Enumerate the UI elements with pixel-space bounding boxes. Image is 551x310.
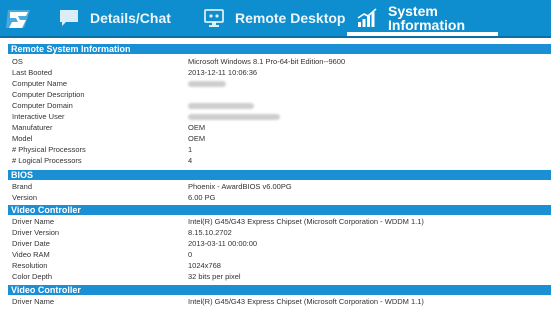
info-row: OS Microsoft Windows 8.1 Pro-64-bit Edit… [12,56,542,67]
row-value: 8.15.10.2702 [188,228,232,237]
info-row: Driver Name Intel(R) G45/G43 Express Chi… [12,216,542,227]
top-tab-bar: Details/Chat Remote Desktop System Infor… [0,0,551,38]
info-row: # Logical Processors 4 [12,155,542,166]
row-value: 4 [188,156,193,165]
info-row: Driver Version 8.15.10.2702 [12,227,542,238]
row-key: Driver Date [12,239,50,248]
info-row: Video RAM 0 [12,249,542,260]
row-key: Version [12,193,38,202]
info-row: Computer Name [12,78,542,89]
redacted-value [188,81,226,87]
tab-remote-desktop[interactable]: Remote Desktop [203,0,345,36]
row-key: Resolution [12,261,48,270]
tab-label-line2: Information [388,17,465,33]
row-key: # Physical Processors [12,145,86,154]
row-key: Last Booted [12,68,53,77]
chat-bubble-icon [60,10,78,26]
row-key: Driver Name [12,217,55,226]
info-row: Version 6.00 PG [12,192,542,203]
row-key: Brand [12,182,33,191]
section-header-video-controller: Video Controller [8,285,551,296]
info-row: Last Booted 2013-12-11 10:06:36 [12,67,542,78]
info-row: Driver Date 2013-03-11 00:00:00 [12,238,542,249]
info-row: Computer Domain [12,100,542,111]
row-value: 1 [188,145,193,154]
info-row: Driver Name Intel(R) G45/G43 Express Chi… [12,296,542,307]
remote-desktop-icon [204,9,224,27]
row-value: Intel(R) G45/G43 Express Chipset (Micros… [188,297,424,306]
row-key: Video RAM [12,250,50,259]
info-row: Brand Phoenix - AwardBIOS v6.00PG [12,181,542,192]
info-row: Model OEM [12,133,542,144]
row-key: # Logical Processors [12,156,82,165]
section-header-bios: BIOS [8,170,551,181]
row-value: OEM [188,134,206,143]
row-value: Intel(R) G45/G43 Express Chipset (Micros… [188,217,424,226]
row-key: Driver Version [12,228,60,237]
row-key: OS [12,57,23,66]
tab-label: Details/Chat [90,10,171,26]
row-key: Computer Domain [12,101,73,110]
info-row: Interactive User [12,111,542,122]
row-key: Model [12,134,33,143]
tab-system-information[interactable]: System Information [356,0,465,36]
tab-label: Remote Desktop [235,10,346,26]
row-key: Computer Name [12,79,68,88]
info-row: Computer Description [12,89,542,100]
row-value: OEM [188,123,206,132]
row-value: 32 bits per pixel [188,272,241,281]
info-row: # Physical Processors 1 [12,144,542,155]
info-row: Resolution 1024x768 [12,260,542,271]
row-key: Color Depth [12,272,53,281]
row-value: 0 [188,250,193,259]
row-value: 2013-03-11 00:00:00 [188,239,258,248]
row-value: 1024x768 [188,261,221,270]
section-header-video-controller: Video Controller [8,205,551,216]
info-row: Color Depth 32 bits per pixel [12,271,542,282]
system-info-panel[interactable]: Remote System Information OS Microsoft W… [0,40,551,310]
row-key: Manufaturer [12,123,53,132]
section-header-remote-system: Remote System Information [8,44,551,55]
row-key: Interactive User [12,112,65,121]
tab-label: System Information [388,4,465,32]
app-logo-icon[interactable] [6,6,32,32]
redacted-value [188,114,280,120]
info-row: Manufaturer OEM [12,122,542,133]
selected-tab-indicator [347,32,498,36]
row-value: 6.00 PG [188,193,216,202]
bar-chart-icon [357,8,377,27]
row-value: Microsoft Windows 8.1 Pro-64-bit Edition… [188,57,346,66]
row-value: Phoenix - AwardBIOS v6.00PG [188,182,292,191]
row-key: Computer Description [12,90,85,99]
redacted-value [188,103,254,109]
tab-details-chat[interactable]: Details/Chat [58,0,171,36]
row-value: 2013-12-11 10:06:36 [188,68,258,77]
row-key: Driver Name [12,297,55,306]
